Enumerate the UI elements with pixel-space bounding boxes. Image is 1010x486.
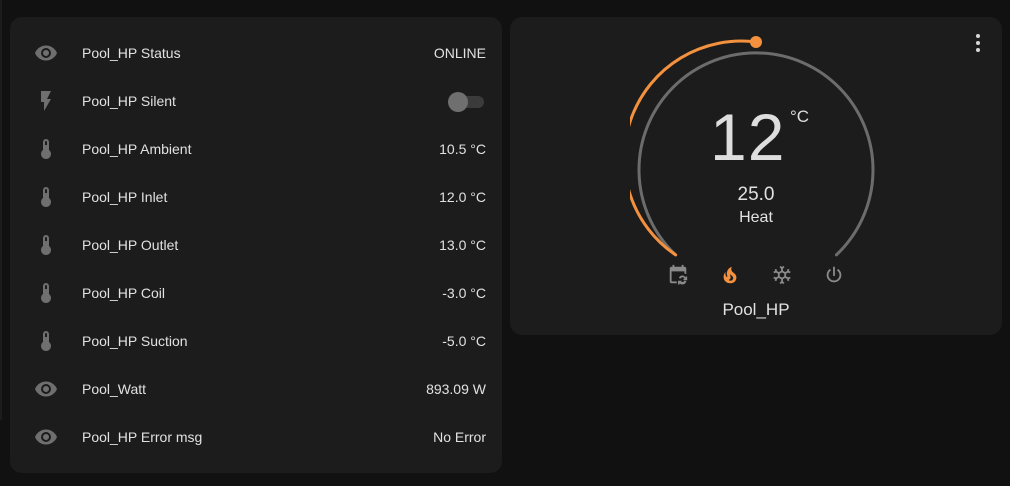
entity-name: Pool_HP Status <box>82 45 181 61</box>
eye-icon <box>34 377 58 401</box>
adjacent-card-edge <box>0 0 2 420</box>
entity-row-outlet[interactable]: Pool_HP Outlet 13.0 °C <box>10 221 502 269</box>
thermometer-icon <box>34 233 58 257</box>
thermometer-icon <box>34 329 58 353</box>
fire-icon[interactable] <box>717 262 743 288</box>
entity-name: Pool_HP Suction <box>82 333 188 349</box>
entities-card: Pool_HP Status ONLINE Pool_HP Silent Poo… <box>10 17 502 473</box>
entity-value: 10.5 °C <box>439 141 486 157</box>
calendar-sync-icon[interactable] <box>665 262 691 288</box>
entity-name: Pool_Watt <box>82 381 147 397</box>
silent-toggle[interactable] <box>448 92 484 112</box>
entity-value: -3.0 °C <box>442 285 486 301</box>
entity-value: No Error <box>433 429 486 445</box>
thermometer-icon <box>34 137 58 161</box>
eye-icon <box>34 41 58 65</box>
more-options-icon[interactable] <box>966 31 990 55</box>
thermostat-card: 12 °C 25.0 Heat Pool_HP <box>510 17 1002 335</box>
entity-row-coil[interactable]: Pool_HP Coil -3.0 °C <box>10 269 502 317</box>
entity-row-ambient[interactable]: Pool_HP Ambient 10.5 °C <box>10 125 502 173</box>
target-handle[interactable] <box>750 36 762 48</box>
entity-row-error[interactable]: Pool_HP Error msg No Error <box>10 413 502 461</box>
entity-name: Pool_HP Inlet <box>82 189 168 205</box>
entity-name: Pool_HP Coil <box>82 285 166 301</box>
entity-row-watt[interactable]: Pool_Watt 893.09 W <box>10 365 502 413</box>
entity-row-suction[interactable]: Pool_HP Suction -5.0 °C <box>10 317 502 365</box>
thermometer-icon <box>34 185 58 209</box>
target-temperature: 25.0 <box>737 184 775 205</box>
entity-value: ONLINE <box>433 45 486 61</box>
entity-value: 12.0 °C <box>439 189 486 205</box>
entity-name: Pool_HP Ambient <box>82 141 192 157</box>
thermometer-icon <box>34 281 58 305</box>
temperature-unit: °C <box>790 107 810 126</box>
current-temperature: 12 <box>710 100 786 174</box>
power-icon[interactable] <box>821 262 847 288</box>
thermostat-name: Pool_HP <box>722 300 790 319</box>
entity-row-silent[interactable]: Pool_HP Silent <box>10 77 502 125</box>
entity-value: 13.0 °C <box>439 237 486 253</box>
entity-value: 893.09 W <box>426 381 486 397</box>
entity-name: Pool_HP Outlet <box>82 237 179 253</box>
entity-value: -5.0 °C <box>442 333 486 349</box>
eye-icon <box>34 425 58 449</box>
hvac-mode-label: Heat <box>739 209 773 226</box>
entity-name: Pool_HP Silent <box>82 93 176 109</box>
entity-row-inlet[interactable]: Pool_HP Inlet 12.0 °C <box>10 173 502 221</box>
entity-row-status[interactable]: Pool_HP Status ONLINE <box>10 29 502 77</box>
entity-name: Pool_HP Error msg <box>82 429 203 445</box>
snowflake-icon[interactable] <box>769 262 795 288</box>
lightning-icon <box>34 89 58 113</box>
toggle-thumb[interactable] <box>448 92 468 112</box>
